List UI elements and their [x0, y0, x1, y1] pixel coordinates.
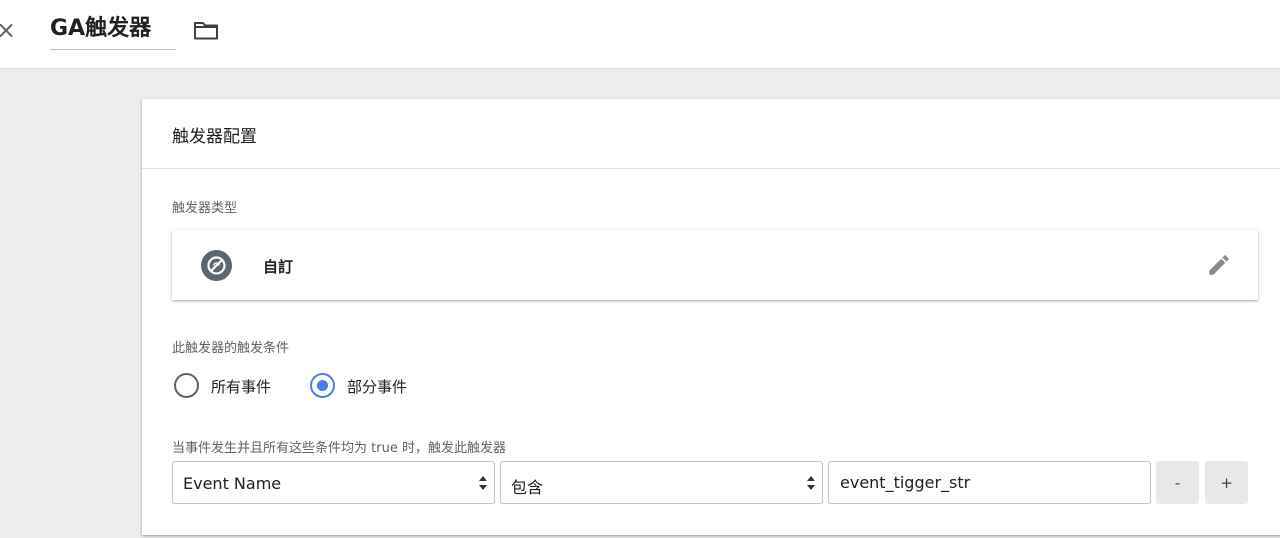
folder-icon[interactable]	[193, 18, 219, 42]
select-arrows-icon	[806, 474, 816, 492]
custom-event-icon	[201, 250, 232, 281]
trigger-type-label: 触发器类型	[172, 201, 238, 216]
top-bar: × GA触发器	[0, 0, 1280, 69]
fire-condition-label: 此触发器的触发条件	[172, 341, 290, 356]
page-title: GA触发器	[50, 16, 152, 41]
variable-select-value: Event Name	[183, 474, 282, 493]
condition-value-input[interactable]	[828, 461, 1151, 504]
radio-dot	[317, 380, 328, 391]
operator-select-value: 包含	[511, 478, 544, 497]
trigger-name-field[interactable]: GA触发器	[50, 12, 176, 50]
remove-condition-button[interactable]: -	[1156, 461, 1199, 504]
select-arrows-icon	[478, 474, 488, 492]
panel-header: 触发器配置	[142, 99, 1280, 169]
radio-button-checked[interactable]	[310, 373, 335, 398]
operator-select[interactable]: 包含	[500, 461, 823, 504]
close-icon[interactable]: ×	[0, 16, 18, 44]
trigger-type-name: 自訂	[263, 258, 294, 276]
pencil-icon[interactable]	[1206, 252, 1232, 278]
radio-all-events[interactable]: 所有事件	[174, 372, 284, 400]
radio-label: 所有事件	[211, 378, 272, 396]
conditions-label: 当事件发生并且所有这些条件均为 true 时，触发此触发器	[172, 441, 506, 456]
add-condition-button[interactable]: +	[1205, 461, 1248, 504]
radio-button-unchecked[interactable]	[174, 373, 199, 398]
radio-label: 部分事件	[347, 378, 408, 396]
radio-some-events[interactable]: 部分事件	[310, 372, 420, 400]
trigger-type-card[interactable]: 自訂	[172, 230, 1258, 300]
variable-select[interactable]: Event Name	[172, 461, 495, 504]
trigger-config-panel: 触发器配置 触发器类型 自訂 此触发器的触发条件 所有事件 部分事件 当事件发生…	[142, 99, 1280, 535]
panel-title: 触发器配置	[172, 127, 257, 147]
